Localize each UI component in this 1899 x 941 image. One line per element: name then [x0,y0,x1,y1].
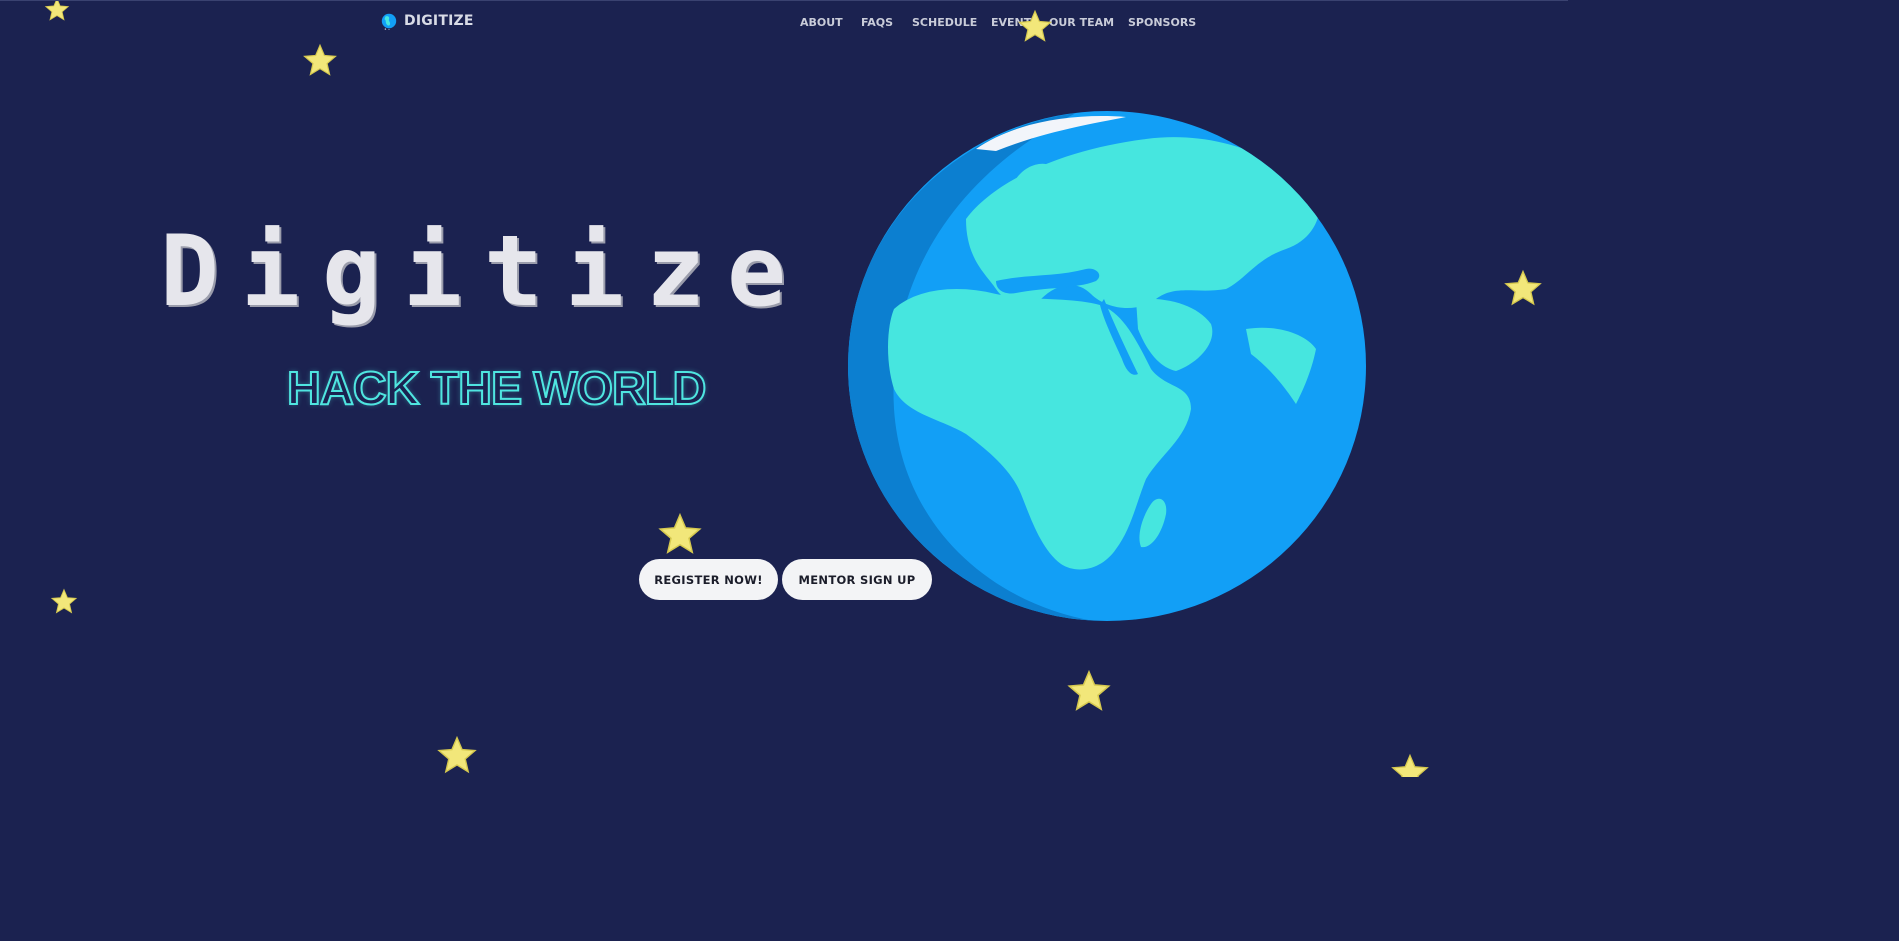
brand[interactable]: DIGITIZE [380,12,474,30]
nav-item-about[interactable]: ABOUT [800,16,843,29]
register-button[interactable]: REGISTER NOW! [639,559,778,600]
brand-name: DIGITIZE [404,13,474,29]
hero-tagline: HACK THE WORLD [286,361,707,415]
star-icon [658,512,702,554]
nav-item-our-team[interactable]: OUR TEAM [1049,16,1114,29]
hero-title: Digitize [160,215,809,329]
star-icon [437,735,477,774]
globe-icon [381,13,397,30]
star-icon [1067,669,1111,711]
star-icon [1018,9,1052,42]
earth-globe-illustration [848,111,1366,621]
star-icon [50,588,78,614]
star-icon [44,1,70,21]
star-icon [1391,753,1429,777]
star-icon [303,43,337,76]
page: DIGITIZE ABOUT FAQS SCHEDULE EVENT OUR T… [0,0,1568,777]
star-icon [1504,269,1542,306]
nav-item-faqs[interactable]: FAQS [861,16,893,29]
nav-item-sponsors[interactable]: SPONSORS [1128,16,1196,29]
nav-item-schedule[interactable]: SCHEDULE [912,16,977,29]
